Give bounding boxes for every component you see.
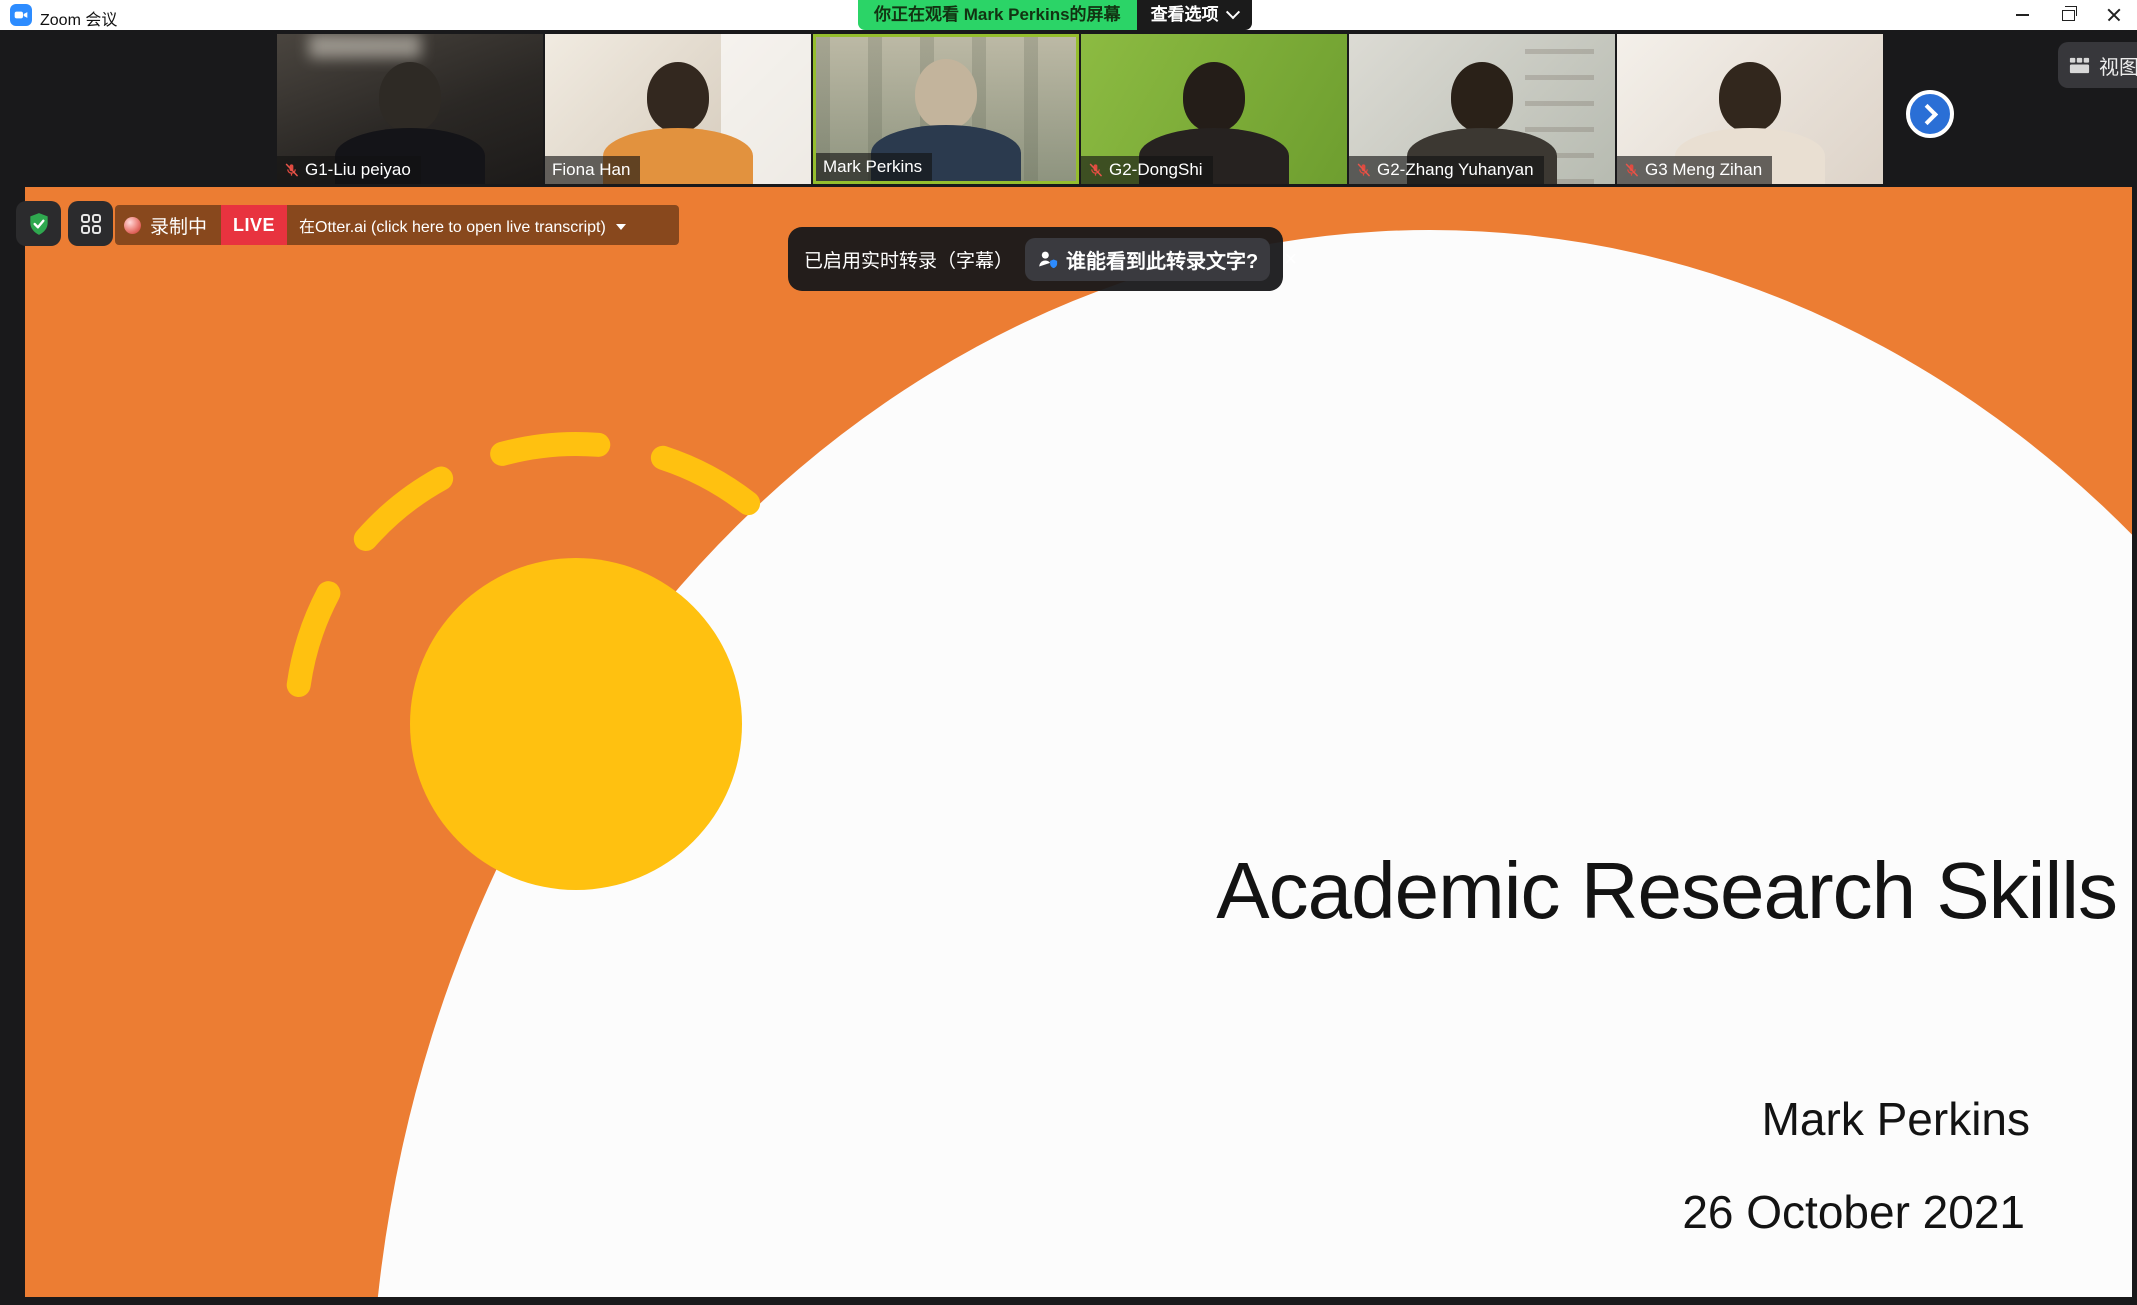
video-tile-liu-peiyao[interactable]: G1-Liu peiyao	[277, 34, 543, 184]
muted-mic-icon	[1088, 161, 1103, 179]
gallery-grid-icon	[2068, 54, 2091, 77]
slide-author: Mark Perkins	[1762, 1092, 2030, 1146]
video-tile-mark-perkins[interactable]: Mark Perkins	[813, 34, 1079, 184]
view-button-label: 视图	[2099, 51, 2137, 80]
participant-name-label: Fiona Han	[545, 156, 640, 184]
zoom-meeting-window: Zoom 会议 你正在观看 Mark Perkins的屏幕 查看选项 G1-Li…	[0, 0, 2137, 1305]
close-icon	[2106, 7, 2122, 23]
view-options-button[interactable]: 查看选项	[1137, 0, 1252, 30]
participant-name-label: G2-Zhang Yuhanyan	[1349, 156, 1544, 184]
who-can-see-button[interactable]: 谁能看到此转录文字?	[1025, 238, 1270, 281]
view-options-label: 查看选项	[1151, 0, 1219, 30]
recording-label: 录制中	[150, 212, 207, 239]
notice-message: 已启用实时转录（字幕）	[804, 246, 1013, 273]
minimize-icon	[2016, 14, 2029, 16]
transcript-link[interactable]: 在Otter.ai (click here to open live trans…	[299, 213, 606, 237]
recording-bar: 录制中 LIVE 在Otter.ai (click here to open l…	[115, 205, 679, 245]
screen-share-banner: 你正在观看 Mark Perkins的屏幕 查看选项	[858, 0, 1252, 30]
video-tile-dongshi[interactable]: G2-DongShi	[1081, 34, 1347, 184]
video-tile-fiona-han[interactable]: Fiona Han	[545, 34, 811, 184]
window-controls	[1999, 0, 2137, 30]
restore-icon	[2062, 10, 2075, 21]
apps-button[interactable]	[68, 201, 113, 246]
security-button[interactable]	[16, 201, 61, 246]
chevron-right-icon	[1917, 103, 1938, 124]
video-tile-meng-zihan[interactable]: G3 Meng Zihan	[1617, 34, 1883, 184]
slide-title: Academic Research Skills	[1216, 851, 2117, 931]
slide-date: 26 October 2021	[1682, 1185, 2025, 1239]
notice-close-button[interactable]: ×	[1284, 248, 1297, 270]
view-layout-button[interactable]: 视图	[2058, 42, 2137, 88]
participant-name-label: G2-DongShi	[1081, 156, 1213, 184]
titlebar: Zoom 会议 你正在观看 Mark Perkins的屏幕 查看选项	[0, 0, 2137, 30]
sun-circle-shape	[410, 558, 742, 890]
live-badge: LIVE	[221, 205, 287, 245]
screen-share-content: Academic Research Skills Mark Perkins 26…	[25, 187, 2132, 1297]
muted-mic-icon	[1624, 161, 1639, 179]
participant-name-label: G3 Meng Zihan	[1617, 156, 1772, 184]
watching-screen-label: 你正在观看 Mark Perkins的屏幕	[858, 0, 1137, 30]
muted-mic-icon	[284, 161, 299, 179]
shield-check-icon	[26, 211, 52, 237]
chevron-down-icon	[1225, 5, 1239, 19]
person-shield-icon	[1037, 249, 1058, 270]
restore-button[interactable]	[2045, 0, 2091, 30]
close-button[interactable]	[2091, 0, 2137, 30]
minimize-button[interactable]	[1999, 0, 2045, 30]
participant-name-label: Mark Perkins	[816, 153, 932, 181]
video-tile-zhang-yuhanyan[interactable]: G2-Zhang Yuhanyan	[1349, 34, 1615, 184]
window-title: Zoom 会议	[40, 6, 117, 30]
muted-mic-icon	[1356, 161, 1371, 179]
who-can-see-label: 谁能看到此转录文字?	[1066, 245, 1258, 274]
caret-down-icon[interactable]	[616, 224, 626, 230]
participant-name-label: G1-Liu peiyao	[277, 156, 421, 184]
zoom-camera-icon	[10, 4, 32, 26]
grid-apps-icon	[79, 212, 103, 236]
transcription-notice: 已启用实时转录（字幕） 谁能看到此转录文字? ×	[788, 227, 1283, 291]
recording-dot-icon	[124, 217, 141, 234]
next-participants-button[interactable]	[1906, 90, 1954, 138]
